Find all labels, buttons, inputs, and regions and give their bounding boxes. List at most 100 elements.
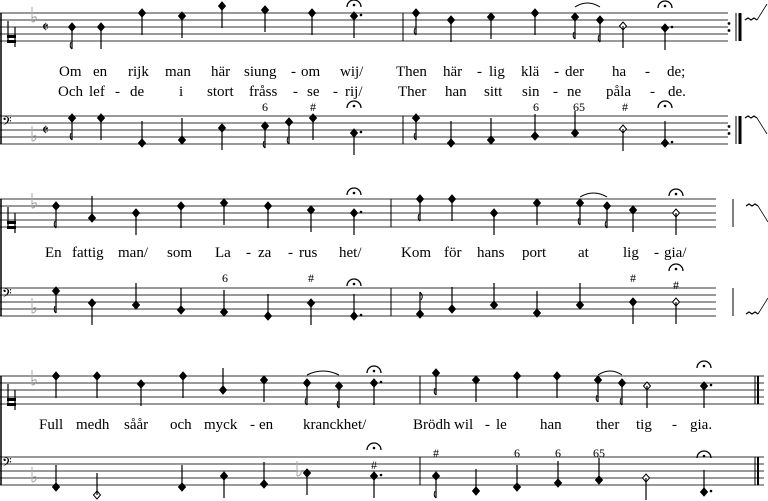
custos-tail: [756, 3, 768, 21]
lyric-syllable: -: [554, 64, 559, 80]
note: [552, 371, 562, 398]
note: [486, 12, 496, 39]
cut-time-icon: 𝄵: [42, 18, 49, 36]
note: [307, 8, 317, 35]
lyric-syllable: -: [246, 245, 251, 261]
flat-bowl: [31, 379, 37, 386]
note: [446, 121, 456, 148]
lyric-syllable: -: [293, 84, 298, 100]
lyric-syllable: han: [445, 84, 467, 100]
note: [696, 450, 713, 497]
note: [366, 365, 383, 405]
lyric-syllable: ne: [567, 84, 582, 100]
dot: [670, 140, 674, 144]
lyric-syllable: -: [288, 245, 293, 261]
note: [302, 378, 312, 406]
note: [259, 462, 269, 489]
lyric-syllable: Ther: [398, 84, 426, 100]
lyric-syllable: za: [258, 245, 272, 261]
figured-bass-figure: 65: [593, 446, 605, 460]
lyric-syllable: La: [215, 245, 231, 261]
figured-bass-figure: 6: [533, 100, 539, 114]
flat-key-signature-icon: [31, 467, 37, 483]
lyric-syllable: såår: [124, 417, 148, 433]
note: [617, 378, 627, 406]
lyric-syllable: de: [130, 84, 145, 100]
note: [512, 371, 522, 398]
flat-bowl: [31, 202, 37, 209]
staves: 𝄢 𝄵 𝄵 𝄢 𝄢: [0, 3, 768, 486]
slur: [306, 370, 340, 376]
lyric-syllable: -: [672, 417, 677, 433]
fermata-dot: [372, 369, 376, 373]
lyric-syllable: rijk: [128, 64, 149, 80]
note: [628, 297, 638, 324]
note: [178, 371, 188, 398]
lyric-syllable: om: [301, 64, 321, 80]
lyric-syllable: klä: [521, 64, 540, 80]
flat-key-signature-icon: [31, 126, 37, 142]
fermata-dot: [372, 446, 376, 450]
note: [177, 118, 187, 145]
lyric-syllable: ha: [612, 64, 627, 80]
c-clef-block: [7, 221, 16, 224]
note: [570, 12, 580, 40]
note: [51, 371, 61, 398]
c-clef-block: [7, 40, 16, 43]
fermata-dot: [663, 4, 667, 8]
lyric-syllable: der: [565, 64, 584, 80]
figured-bass-figure: #: [308, 271, 314, 285]
c-clef-block: [7, 403, 16, 406]
note: [137, 8, 147, 35]
lyric-syllable: hans: [477, 245, 505, 261]
figured-bass-figure: #: [673, 278, 679, 292]
lyric-syllable: fattig: [72, 245, 104, 261]
lyric-syllable: för: [444, 245, 462, 261]
note: [657, 0, 674, 50]
dot: [379, 473, 383, 477]
note: [486, 118, 496, 145]
lyric-syllable: lig: [623, 245, 639, 261]
lyric-syllable: Full: [39, 417, 63, 433]
note: [218, 368, 228, 395]
lyric-syllable: här: [443, 64, 462, 80]
note: [176, 201, 186, 228]
lyric-syllable: -: [485, 417, 490, 433]
dot: [379, 380, 383, 384]
note: [570, 111, 580, 138]
note: [471, 375, 481, 402]
lyric-syllable: gia/: [664, 245, 687, 261]
fermata-dot: [352, 3, 356, 7]
note: [530, 114, 540, 141]
sheet-music-score: 𝄢𝄵𝄵𝄢𝄢 Om en rijk man här siung - om wij/Then här -…: [0, 0, 768, 500]
lyric-syllable: -: [650, 84, 655, 100]
slur: [579, 192, 608, 198]
lyric-syllable: här: [211, 64, 230, 80]
custos-head: [745, 311, 759, 315]
note: [595, 15, 605, 43]
lyric-syllable: -: [654, 245, 659, 261]
note: [302, 468, 312, 495]
dot: [709, 383, 713, 387]
figured-bass-figure: 65: [573, 100, 585, 114]
lyric-syllable: at: [578, 245, 590, 261]
dot: [359, 130, 363, 134]
custos-head: [744, 115, 758, 119]
custos-head: [745, 203, 759, 207]
flat-key-signature-icon: [296, 461, 302, 477]
note: [87, 298, 97, 325]
note: [446, 15, 456, 42]
fermata-dot: [352, 282, 356, 286]
lyric-syllable: wij/: [340, 64, 364, 80]
note: [346, 187, 363, 235]
figured-bass-figure: 6: [514, 446, 520, 460]
lyric-syllable: rus: [299, 245, 317, 261]
figured-bass-figure: 6: [222, 271, 228, 285]
note: [306, 205, 316, 232]
custos-tail: [756, 117, 768, 135]
flat-key-signature-icon: [31, 298, 37, 314]
figured-bass-figure: #: [433, 446, 439, 460]
note: [346, 278, 363, 321]
lyric-syllable: wil: [454, 417, 473, 433]
dot: [359, 313, 363, 317]
